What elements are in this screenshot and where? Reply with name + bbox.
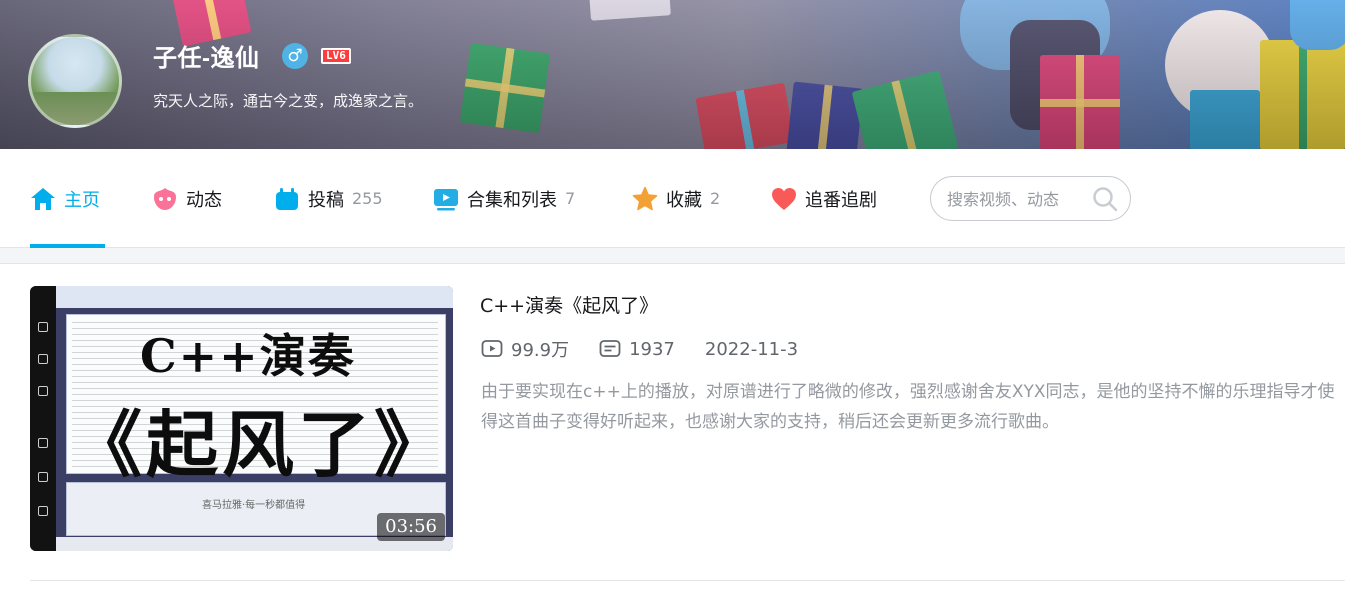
avatar[interactable] (28, 34, 122, 128)
thumbnail-title-line1: C++演奏 (140, 329, 356, 383)
divider (30, 580, 1345, 581)
export-icon (38, 472, 48, 482)
tab-collections[interactable]: 合集和列表 7 (433, 149, 575, 248)
danmaku-icon (599, 340, 621, 357)
tab-count: 255 (352, 189, 383, 208)
thumbnail-title-line2: 《起风了》 (70, 402, 451, 487)
space-nav-bar: 主页 动态 投稿 255 合集和列表 7 收藏 2 追番追剧 (0, 149, 1345, 248)
grid-icon (38, 354, 48, 364)
tab-dynamic[interactable]: 动态 (152, 149, 222, 248)
back-icon (38, 386, 48, 396)
save-icon (38, 438, 48, 448)
active-tab-indicator (30, 244, 105, 248)
tab-count: 2 (710, 189, 721, 208)
username[interactable]: 子任-逸仙 (153, 38, 260, 73)
tab-label: 追番追剧 (805, 189, 877, 211)
video-description: 由于要实现在c++上的播放，对原谱进行了略微的修改，强烈感谢舍友XYX同志，是他… (481, 382, 1335, 432)
tab-label: 投稿 (308, 189, 344, 211)
heart-icon (772, 187, 796, 210)
space-search-box (930, 176, 1131, 221)
upload-icon (276, 187, 298, 210)
male-gender-icon: ♂ (282, 43, 308, 69)
video-title[interactable]: C++演奏《起风了》 (480, 291, 658, 318)
publish-date-value: 2022-11-3 (704, 338, 799, 360)
tab-label: 动态 (186, 189, 222, 211)
search-input[interactable] (947, 187, 1087, 211)
thumbnail-caption: 喜马拉雅·每一秒都值得 (202, 500, 306, 511)
danmaku-count-value: 1937 (629, 338, 675, 360)
exit-icon (38, 506, 48, 516)
tab-label: 合集和列表 (467, 189, 557, 211)
home-icon (31, 187, 55, 210)
level-badge: LV6 (321, 48, 351, 64)
search-icon[interactable] (1092, 186, 1118, 212)
publish-date: 2022-11-3 (705, 339, 798, 360)
tab-favorites[interactable]: 收藏 2 (632, 149, 720, 248)
profile-banner: 子任-逸仙 ♂ LV6 究天人之际，通古今之变，成逸家之言。 (0, 0, 1345, 149)
playlist-icon (434, 188, 458, 210)
view-count: 99.9万 (481, 336, 569, 362)
tab-label: 收藏 (666, 189, 702, 211)
tab-bangumi[interactable]: 追番追剧 (771, 149, 877, 248)
tab-home[interactable]: 主页 (30, 149, 100, 248)
user-signature: 究天人之际，通古今之变，成逸家之言。 (153, 92, 424, 110)
video-meta: 99.9万 1937 2022-11-3 (481, 337, 828, 361)
dynamic-icon (154, 187, 176, 210)
video-thumbnail[interactable]: C++演奏 《起风了》 喜马拉雅·每一秒都值得 03:56 (30, 286, 453, 551)
tab-count: 7 (565, 189, 576, 208)
home-icon (38, 322, 48, 332)
tab-uploads[interactable]: 投稿 255 (274, 149, 383, 248)
star-icon (632, 186, 658, 210)
video-duration: 03:56 (377, 513, 445, 541)
danmaku-count: 1937 (599, 339, 675, 360)
video-list-panel: C++演奏 《起风了》 喜马拉雅·每一秒都值得 03:56 C++演奏《起风了》… (0, 263, 1345, 589)
play-count-icon (481, 340, 503, 357)
view-count-value: 99.9万 (511, 340, 570, 361)
tab-label: 主页 (64, 189, 100, 211)
